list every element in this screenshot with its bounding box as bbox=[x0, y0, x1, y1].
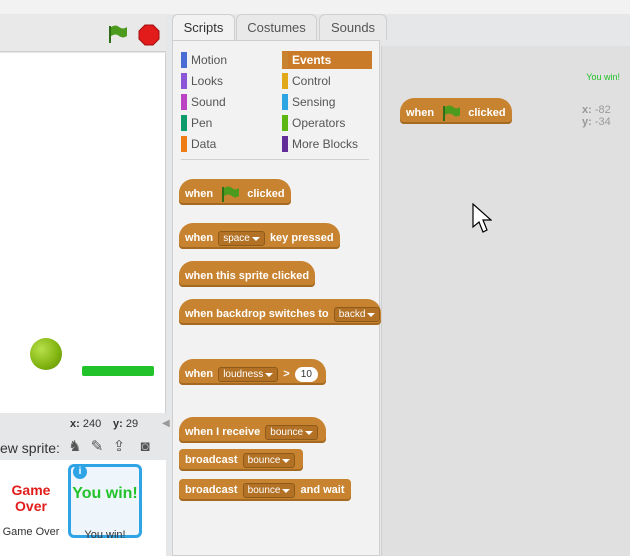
collapse-arrow-icon[interactable]: ◀ bbox=[162, 418, 172, 432]
category-control[interactable]: Control bbox=[282, 72, 372, 90]
mouse-coordinates: x: 240 y: 29 bbox=[0, 414, 166, 434]
category-motion[interactable]: Motion bbox=[181, 51, 273, 69]
category-sound[interactable]: Sound bbox=[181, 93, 273, 111]
message-dropdown[interactable]: bounce bbox=[242, 482, 296, 498]
message-dropdown[interactable]: bounce bbox=[265, 424, 319, 440]
sprite-thumb-art: Game Over bbox=[11, 482, 51, 514]
palette-divider bbox=[181, 159, 369, 160]
sprite-y-label: y: bbox=[582, 116, 592, 128]
sprite-thumb-name: You win! bbox=[84, 529, 126, 541]
stop-button[interactable] bbox=[138, 24, 160, 46]
block-broadcast[interactable]: broadcast bounce bbox=[179, 449, 304, 471]
block-when-loudness[interactable]: when loudness > 10 bbox=[179, 359, 326, 385]
block-when-key-pressed[interactable]: when space key pressed bbox=[179, 223, 340, 249]
top-strip bbox=[0, 0, 630, 14]
green-flag-button[interactable] bbox=[106, 24, 128, 44]
category-more-blocks[interactable]: More Blocks bbox=[282, 135, 372, 153]
stop-icon bbox=[138, 24, 160, 46]
mouse-x-value: 240 bbox=[82, 418, 102, 430]
category-pen[interactable]: Pen bbox=[181, 114, 273, 132]
mouse-x-label: x: bbox=[70, 418, 80, 430]
sprite-position: x: -82 y: -34 bbox=[582, 104, 611, 128]
block-when-sprite-clicked[interactable]: when this sprite clicked bbox=[179, 261, 316, 287]
new-sprite-label: ew sprite: bbox=[0, 440, 60, 456]
category-data[interactable]: Data bbox=[181, 135, 273, 153]
block-when-backdrop-switches[interactable]: when backdrop switches to backd bbox=[179, 299, 381, 325]
block-broadcast-and-wait[interactable]: broadcast bounce and wait bbox=[179, 479, 351, 501]
sprite-x-label: x: bbox=[582, 104, 592, 116]
message-dropdown[interactable]: bounce bbox=[242, 452, 296, 468]
mouse-y-label: y: bbox=[113, 418, 123, 430]
key-dropdown[interactable]: space bbox=[218, 230, 265, 246]
loudness-input[interactable]: 10 bbox=[294, 366, 318, 382]
stage[interactable] bbox=[0, 53, 166, 413]
camera-icon[interactable]: ◙ bbox=[136, 438, 154, 456]
block-when-flag-clicked[interactable]: when clicked bbox=[179, 179, 291, 205]
sprite-x-value: -82 bbox=[594, 104, 611, 116]
sensor-dropdown[interactable]: loudness bbox=[218, 366, 279, 382]
ball-sprite bbox=[30, 338, 62, 370]
info-icon[interactable]: i bbox=[73, 465, 87, 479]
category-operators[interactable]: Operators bbox=[282, 114, 372, 132]
category-looks[interactable]: Looks bbox=[181, 72, 273, 90]
choose-sprite-from-library-icon[interactable]: ♞ bbox=[66, 438, 84, 456]
backdrop-dropdown[interactable]: backd bbox=[333, 306, 381, 322]
block-palette: Motion Looks Sound Pen Data Events Contr… bbox=[172, 40, 381, 556]
green-flag-icon bbox=[109, 25, 127, 43]
paint-new-sprite-icon[interactable]: ✎ bbox=[88, 438, 106, 456]
tab-sounds[interactable]: Sounds bbox=[319, 14, 387, 40]
script-area[interactable]: You win! x: -82 y: -34 when clicked bbox=[381, 46, 630, 556]
category-sensing[interactable]: Sensing bbox=[282, 93, 372, 111]
sprite-thumb-name: Game Over bbox=[2, 526, 60, 538]
green-flag-icon bbox=[443, 105, 461, 122]
current-sprite-name: You win! bbox=[586, 72, 620, 82]
mouse-cursor-icon bbox=[472, 203, 492, 233]
sprite-thumb-game-over[interactable]: Game Over Game Over bbox=[0, 464, 68, 538]
tab-scripts[interactable]: Scripts bbox=[172, 14, 235, 42]
new-sprite-bar: ew sprite: ♞ ✎ ⇪ ◙ bbox=[0, 434, 166, 460]
mouse-y-value: 29 bbox=[125, 418, 139, 430]
sprite-thumb-you-win[interactable]: i You win! You win! bbox=[68, 464, 142, 541]
category-events[interactable]: Events bbox=[282, 51, 372, 69]
script-when-flag-clicked[interactable]: when clicked bbox=[400, 98, 512, 124]
block-when-i-receive[interactable]: when I receive bounce bbox=[179, 417, 327, 443]
sprite-list: Game Over Game Over i You win! You win! bbox=[0, 460, 166, 556]
green-flag-icon bbox=[222, 186, 240, 203]
tab-costumes[interactable]: Costumes bbox=[236, 14, 317, 40]
sprite-thumb-art: You win! bbox=[72, 485, 138, 502]
upload-sprite-icon[interactable]: ⇪ bbox=[110, 438, 128, 456]
paddle-sprite bbox=[82, 366, 154, 376]
sprite-y-value: -34 bbox=[594, 116, 611, 128]
